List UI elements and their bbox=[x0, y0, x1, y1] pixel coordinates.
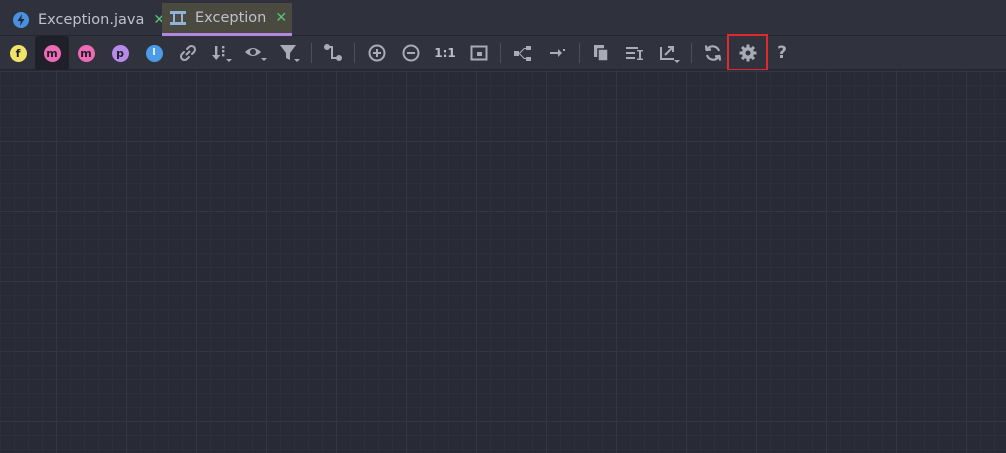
refresh-icon bbox=[704, 45, 722, 61]
zoom-in-icon bbox=[368, 44, 386, 62]
constructors-icon: m bbox=[77, 44, 95, 62]
show-properties-button[interactable]: p bbox=[103, 36, 137, 70]
show-inner-classes-button[interactable]: I bbox=[137, 36, 171, 70]
zoom-out-button[interactable] bbox=[394, 36, 428, 70]
copy-diagram-button[interactable] bbox=[584, 36, 618, 70]
link-icon bbox=[179, 44, 197, 62]
copy-icon bbox=[594, 45, 609, 62]
help-button[interactable]: ? bbox=[765, 36, 799, 70]
inner-classes-icon: I bbox=[145, 44, 163, 62]
toolbar-separator bbox=[579, 43, 580, 63]
change-visibility-level-button[interactable] bbox=[205, 36, 239, 70]
show-constructors-button[interactable]: m bbox=[69, 36, 103, 70]
fit-content-button[interactable] bbox=[462, 36, 496, 70]
fields-icon: f bbox=[9, 44, 27, 62]
edit-text-button[interactable] bbox=[618, 36, 652, 70]
apply-layout-button[interactable] bbox=[540, 36, 574, 70]
show-hide-button[interactable] bbox=[239, 36, 273, 70]
help-icon: ? bbox=[777, 43, 787, 63]
properties-icon: p bbox=[111, 44, 129, 62]
filter-icon bbox=[280, 45, 300, 62]
eye-icon bbox=[245, 48, 267, 61]
show-dependencies-button[interactable] bbox=[171, 36, 205, 70]
tab-exception-java[interactable]: Exception.java ✕ bbox=[5, 3, 165, 36]
editor-tab-bar: Exception.java ✕ Exception ✕ bbox=[0, 0, 1006, 36]
gear-icon bbox=[739, 44, 756, 61]
lightning-icon bbox=[12, 11, 30, 29]
toolbar-separator bbox=[500, 43, 501, 63]
route-icon bbox=[324, 44, 342, 61]
fit-content-icon bbox=[470, 45, 488, 61]
export-icon bbox=[660, 46, 680, 63]
arrow-right-icon bbox=[550, 49, 565, 57]
actual-size-icon: 1:1 bbox=[434, 46, 456, 60]
show-fields-button[interactable]: f bbox=[1, 36, 35, 70]
tab-label: Exception.java bbox=[38, 11, 145, 28]
zoom-out-icon bbox=[402, 44, 420, 62]
refresh-button[interactable] bbox=[696, 36, 730, 70]
settings-button[interactable] bbox=[727, 34, 768, 71]
tab-exception-diagram[interactable]: Exception ✕ bbox=[162, 3, 292, 36]
toolbar-separator bbox=[311, 43, 312, 63]
zoom-in-button[interactable] bbox=[360, 36, 394, 70]
export-button[interactable] bbox=[652, 36, 686, 70]
actual-size-button[interactable]: 1:1 bbox=[428, 36, 462, 70]
close-tab-icon[interactable]: ✕ bbox=[275, 11, 287, 25]
tab-label: Exception bbox=[195, 10, 267, 26]
text-cursor-icon bbox=[626, 47, 643, 60]
diagram-canvas[interactable] bbox=[0, 70, 1006, 453]
hierarchy-layout-icon bbox=[514, 46, 531, 61]
filter-button[interactable] bbox=[273, 36, 307, 70]
toolbar-separator bbox=[691, 43, 692, 63]
toolbar-separator bbox=[354, 43, 355, 63]
diagram-toolbar: f m m p I 1:1 ? bbox=[0, 34, 1006, 71]
show-methods-button[interactable]: m bbox=[35, 36, 69, 70]
edge-routing-button[interactable] bbox=[316, 36, 350, 70]
layout-button[interactable] bbox=[506, 36, 540, 70]
sort-down-icon bbox=[212, 46, 232, 62]
diagram-icon bbox=[169, 9, 187, 27]
methods-icon: m bbox=[43, 44, 61, 62]
